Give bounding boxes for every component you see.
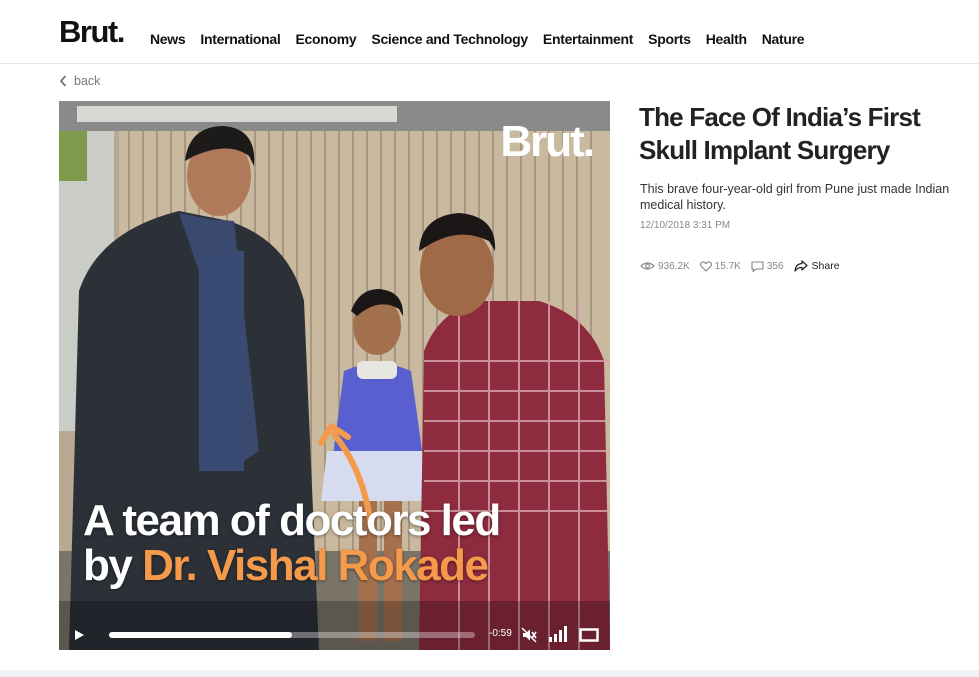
likes-stat[interactable]: 15.7K [699,260,741,272]
views-stat: 936.2K [640,261,690,272]
caption-line-1: A team of doctors led [83,496,501,545]
article-description: This brave four-year-old girl from Pune … [640,182,950,212]
nav-news[interactable]: News [150,31,186,47]
nav-sports[interactable]: Sports [648,31,691,47]
brut-watermark: Brut. [500,117,595,166]
comment-icon [751,260,764,272]
comments-count: 356 [766,260,784,272]
caption-line-2: by Dr. Vishal Rokade [83,543,603,589]
heart-icon [699,260,712,272]
progress-fill [109,632,292,638]
back-label: back [74,74,101,88]
nav-economy[interactable]: Economy [295,31,356,47]
nav-entertainment[interactable]: Entertainment [543,31,634,47]
main-nav: News International Economy Science and T… [150,31,805,47]
back-link[interactable]: back [59,74,100,88]
video-player[interactable]: Brut. A team of doctors led by Dr. Visha… [59,101,610,650]
comments-stat[interactable]: 356 [751,261,784,272]
article-date: 12/10/2018 3:31 PM [640,220,731,231]
eye-icon [640,262,655,270]
video-controls: -0:59 [59,620,610,650]
share-button[interactable]: Share [793,260,840,272]
views-count: 936.2K [658,260,690,272]
share-icon [793,260,808,272]
footer-strip [0,670,979,677]
caption-doctor-name: Dr. Vishal Rokade [142,541,489,590]
brut-logo[interactable]: Brut. [59,14,125,50]
play-icon[interactable] [73,629,85,641]
mute-icon[interactable] [521,627,537,643]
article-title: The Face Of India’s First Skull Implant … [639,102,921,165]
nav-international[interactable]: International [200,31,280,47]
chevron-left-icon [59,75,67,87]
share-label: Share [811,260,840,272]
time-remaining: -0:59 [489,628,512,639]
likes-count: 15.7K [714,260,741,272]
volume-bars-icon[interactable] [548,626,570,642]
fullscreen-icon[interactable] [579,628,599,642]
article-stats: 936.2K 15.7K 356 Share [640,260,840,272]
nav-health[interactable]: Health [706,31,747,47]
progress-bar[interactable] [109,632,475,638]
video-caption: A team of doctors led by Dr. Vishal Roka… [83,499,603,589]
caption-by-text: by [83,541,143,590]
nav-nature[interactable]: Nature [762,31,805,47]
site-header: Brut. News International Economy Science… [0,0,979,64]
nav-science-and-technology[interactable]: Science and Technology [371,31,528,47]
